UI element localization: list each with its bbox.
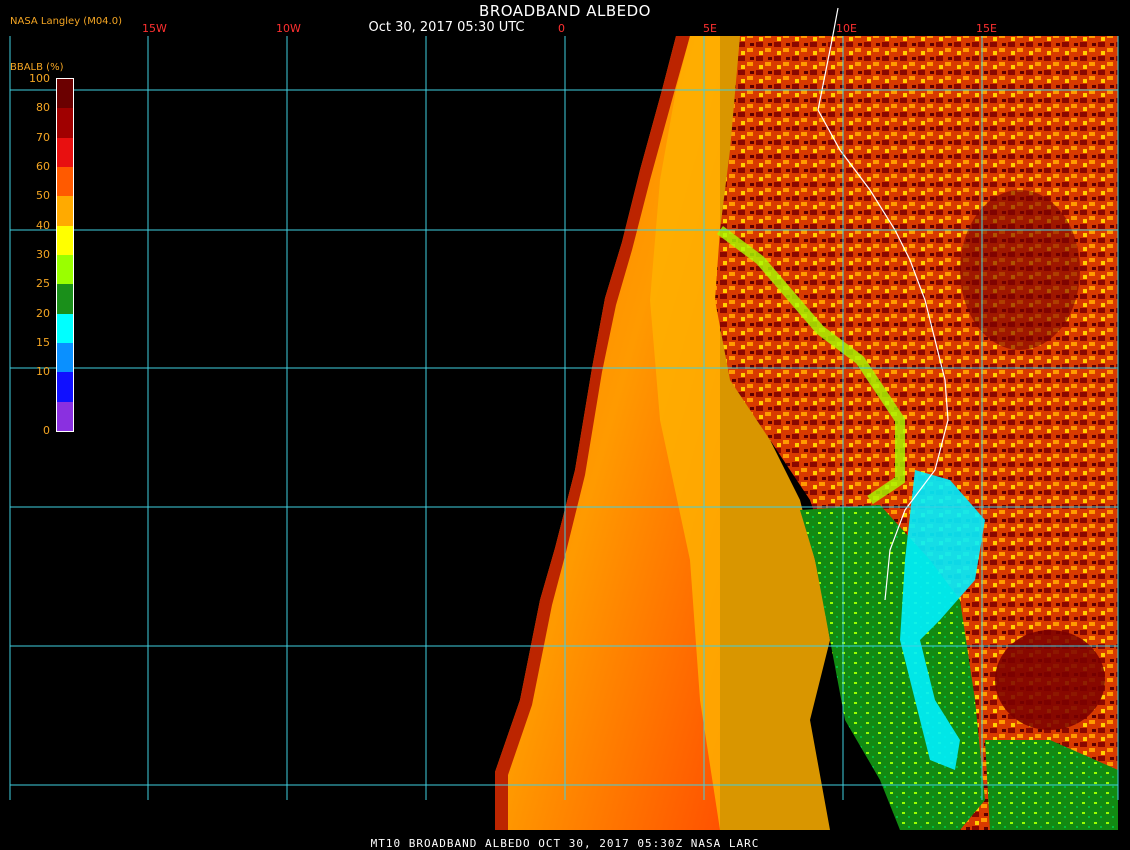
- legend-swatch: [57, 225, 73, 255]
- footer-caption: MT10 BROADBAND ALBEDO OCT 30, 2017 05:30…: [370, 837, 760, 850]
- legend-colorbar: [56, 78, 74, 432]
- dark-highland-north: [960, 190, 1080, 350]
- legend-swatch: [57, 284, 73, 314]
- legend-tick-label: 0: [43, 424, 50, 437]
- lon-label-15w: 15W: [142, 22, 167, 35]
- legend-swatch: [57, 343, 73, 373]
- legend-swatch: [57, 255, 73, 285]
- dark-highland: [995, 630, 1105, 730]
- satellite-map-viewport: [0, 0, 1130, 850]
- lon-label-10e: 10E: [836, 22, 857, 35]
- legend-swatch: [57, 108, 73, 138]
- legend-swatch: [57, 401, 73, 431]
- legend-swatch: [57, 372, 73, 402]
- legend-swatch: [57, 196, 73, 226]
- legend-tick-label: 100: [29, 72, 50, 85]
- legend-tick-label: 30: [36, 248, 50, 261]
- legend-swatch: [57, 313, 73, 343]
- map-title: BROADBAND ALBEDO: [479, 2, 651, 20]
- credit-label: NASA Langley (M04.0): [10, 16, 122, 27]
- legend-tick-label: 20: [36, 306, 50, 320]
- legend-tick-label: 10: [36, 365, 50, 379]
- legend-tick-label: 15: [36, 336, 50, 349]
- map-timestamp: Oct 30, 2017 05:30 UTC: [368, 20, 525, 35]
- lon-label-5e: 5E: [703, 22, 717, 35]
- legend-tick-label: 25: [36, 277, 50, 291]
- lon-label-15e: 15E: [976, 22, 997, 35]
- legend-tick-label: 80: [36, 101, 50, 115]
- legend-swatch: [57, 167, 73, 197]
- lon-label-10w: 10W: [276, 22, 301, 35]
- legend-tick-label: 50: [36, 189, 50, 203]
- legend-tick-label: 70: [36, 130, 50, 144]
- legend-swatch: [57, 137, 73, 167]
- legend-tick-label: 60: [36, 160, 50, 173]
- legend-swatch: [57, 79, 73, 109]
- lon-label-0: 0: [558, 22, 565, 35]
- albedo-map: [9, 7, 1119, 830]
- legend-tick-label: 40: [36, 218, 50, 232]
